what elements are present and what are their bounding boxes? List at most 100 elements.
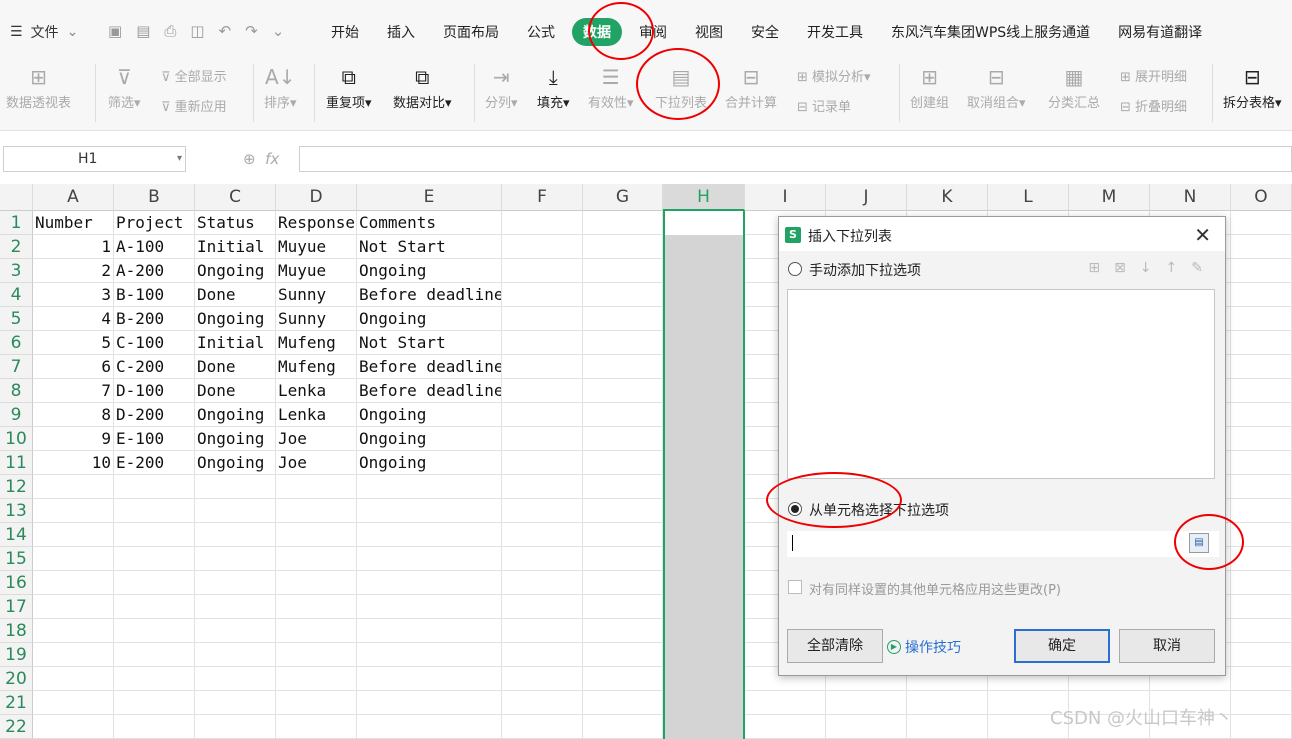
cell-c2[interactable]: Initial [195, 235, 276, 259]
collapse-detail-button[interactable]: ⊟ 折叠明细 [1120, 96, 1187, 115]
cell-g13[interactable] [583, 499, 663, 523]
cell-f16[interactable] [502, 571, 583, 595]
cell-g15[interactable] [583, 547, 663, 571]
cell-b12[interactable] [114, 475, 195, 499]
move-down-icon[interactable]: ↓ [1140, 260, 1152, 276]
cell-e2[interactable]: Not Start [357, 235, 502, 259]
cell-c3[interactable]: Ongoing [195, 259, 276, 283]
cell-b9[interactable]: D-200 [114, 403, 195, 427]
cell-o7[interactable] [1231, 355, 1292, 379]
cell-d12[interactable] [276, 475, 357, 499]
cell-f7[interactable] [502, 355, 583, 379]
tab-0[interactable]: 开始 [320, 18, 370, 46]
split-column-button[interactable]: ⇥ 分列▾ [485, 62, 518, 111]
column-header-a[interactable]: A [33, 184, 114, 211]
print-icon[interactable]: ⎙ [164, 22, 176, 40]
column-header-f[interactable]: F [502, 184, 583, 211]
cell-b18[interactable] [114, 619, 195, 643]
cell-a16[interactable] [33, 571, 114, 595]
cell-f10[interactable] [502, 427, 583, 451]
cell-o8[interactable] [1231, 379, 1292, 403]
cell-a14[interactable] [33, 523, 114, 547]
cell-c16[interactable] [195, 571, 276, 595]
cell-b16[interactable] [114, 571, 195, 595]
sort-button[interactable]: A↓ 排序▾ [264, 62, 297, 111]
cell-c6[interactable]: Initial [195, 331, 276, 355]
cell-f20[interactable] [502, 667, 583, 691]
cell-d9[interactable]: Lenka [276, 403, 357, 427]
cell-c11[interactable]: Ongoing [195, 451, 276, 475]
cell-b22[interactable] [114, 715, 195, 739]
cell-g4[interactable] [583, 283, 663, 307]
column-header-e[interactable]: E [357, 184, 502, 211]
cell-o16[interactable] [1231, 571, 1292, 595]
cell-b10[interactable]: E-100 [114, 427, 195, 451]
customize-icon[interactable]: ⌄ [272, 22, 285, 40]
cell-f8[interactable] [502, 379, 583, 403]
cell-j21[interactable] [826, 691, 907, 715]
cell-e3[interactable]: Ongoing [357, 259, 502, 283]
filter-button[interactable]: ⊽ 筛选▾ [108, 62, 141, 111]
cell-o4[interactable] [1231, 283, 1292, 307]
data-compare-button[interactable]: ⧉ 数据对比▾ [393, 62, 452, 111]
cell-d4[interactable]: Sunny [276, 283, 357, 307]
cell-d15[interactable] [276, 547, 357, 571]
cell-g20[interactable] [583, 667, 663, 691]
apply-same-checkbox[interactable] [788, 580, 802, 594]
cell-f22[interactable] [502, 715, 583, 739]
manual-option-radio[interactable] [788, 262, 802, 276]
cell-o2[interactable] [1231, 235, 1292, 259]
move-up-icon[interactable]: ↑ [1166, 260, 1178, 276]
row-header-13[interactable]: 13 [0, 499, 33, 523]
column-header-c[interactable]: C [195, 184, 276, 211]
column-header-l[interactable]: L [988, 184, 1069, 211]
cell-d2[interactable]: Muyue [276, 235, 357, 259]
cell-g12[interactable] [583, 475, 663, 499]
pivot-table-button[interactable]: ⊞ 数据透视表 [6, 62, 71, 111]
cell-a5[interactable]: 4 [33, 307, 114, 331]
cell-c17[interactable] [195, 595, 276, 619]
column-header-o[interactable]: O [1231, 184, 1292, 211]
cell-d17[interactable] [276, 595, 357, 619]
cell-g14[interactable] [583, 523, 663, 547]
record-form-button[interactable]: ⊟ 记录单 [797, 96, 851, 115]
column-header-g[interactable]: G [583, 184, 663, 211]
consolidate-button[interactable]: ⊟ 合并计算 [725, 62, 777, 111]
cell-g5[interactable] [583, 307, 663, 331]
cell-g22[interactable] [583, 715, 663, 739]
cell-f12[interactable] [502, 475, 583, 499]
cell-o3[interactable] [1231, 259, 1292, 283]
column-header-k[interactable]: K [907, 184, 988, 211]
cell-a13[interactable] [33, 499, 114, 523]
cell-b6[interactable]: C-100 [114, 331, 195, 355]
cell-g9[interactable] [583, 403, 663, 427]
cell-a9[interactable]: 8 [33, 403, 114, 427]
cell-d22[interactable] [276, 715, 357, 739]
cell-d20[interactable] [276, 667, 357, 691]
cell-o11[interactable] [1231, 451, 1292, 475]
cell-i22[interactable] [745, 715, 826, 739]
file-menu[interactable]: ☰ 文件 ⌄ [10, 22, 78, 42]
cell-k22[interactable] [907, 715, 988, 739]
row-header-20[interactable]: 20 [0, 667, 33, 691]
column-header-m[interactable]: M [1069, 184, 1150, 211]
cell-a19[interactable] [33, 643, 114, 667]
add-item-icon[interactable]: ⊞ [1088, 260, 1100, 276]
column-header-b[interactable]: B [114, 184, 195, 211]
cell-d5[interactable]: Sunny [276, 307, 357, 331]
cell-g8[interactable] [583, 379, 663, 403]
create-group-button[interactable]: ⊞ 创建组 [910, 62, 949, 111]
row-header-16[interactable]: 16 [0, 571, 33, 595]
tab-1[interactable]: 插入 [376, 18, 426, 46]
cell-a15[interactable] [33, 547, 114, 571]
column-header-n[interactable]: N [1150, 184, 1231, 211]
cell-g21[interactable] [583, 691, 663, 715]
tab-7[interactable]: 安全 [740, 18, 790, 46]
cell-b17[interactable] [114, 595, 195, 619]
cell-f1[interactable] [502, 211, 583, 235]
cell-a10[interactable]: 9 [33, 427, 114, 451]
cell-a4[interactable]: 3 [33, 283, 114, 307]
cell-d10[interactable]: Joe [276, 427, 357, 451]
close-icon[interactable]: ✕ [1194, 223, 1211, 247]
row-header-3[interactable]: 3 [0, 259, 33, 283]
